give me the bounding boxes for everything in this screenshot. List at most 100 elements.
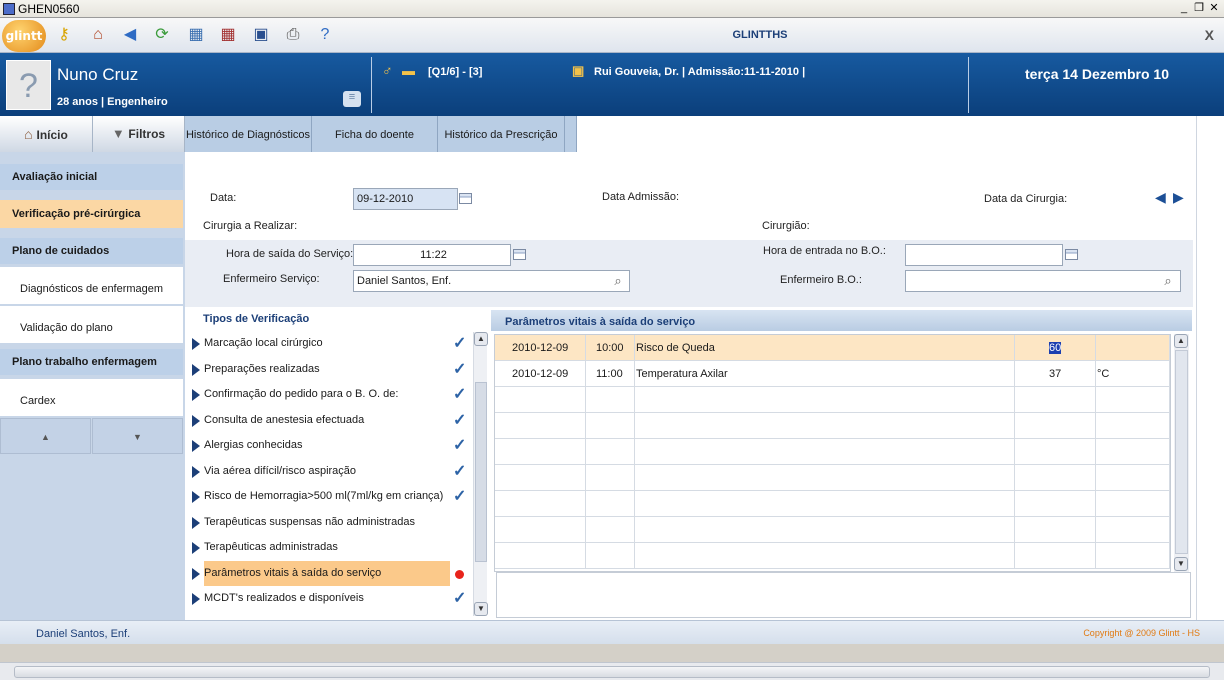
key-icon[interactable]: ⚷ [52,23,76,47]
verificacao-item[interactable]: Terapêuticas suspensas não administradas [190,510,452,535]
expand-arrow-icon[interactable] [192,389,200,401]
vitals-notes-area[interactable] [496,572,1191,618]
verificacao-item[interactable]: Terapêuticas administradas [190,535,452,560]
expand-arrow-icon[interactable] [192,414,200,427]
check-icon: ✓ [453,386,467,403]
verificacao-scrollbar[interactable]: ▲ ▼ [473,332,488,616]
verificacao-item[interactable]: Marcação local cirúrgico ✓ [190,331,466,356]
table-row[interactable] [495,413,1170,439]
search-icon[interactable]: ⌕ [609,272,627,290]
tab-filtros[interactable]: ▼ Filtros [93,116,185,152]
sidebar-item-plano-trabalho[interactable]: Plano trabalho enfermagem [0,349,183,375]
hora-saida-field[interactable]: 11:22 [353,244,511,266]
next-arrow-icon[interactable]: ▶ [1173,189,1184,206]
tab-historico-diagnosticos[interactable]: Histórico de Diagnósticos [185,116,312,152]
verificacao-item[interactable]: Via aérea difícil/risco aspiração ✓ [190,459,466,484]
scroll-thumb[interactable] [1175,350,1188,554]
table-cell-value[interactable]: 37 [1015,361,1096,387]
expand-arrow-icon[interactable] [192,542,200,554]
table-cell-date [495,387,586,413]
cell-text: 2010-12-09 [512,368,569,380]
table-row[interactable] [495,439,1170,465]
table-cell-value[interactable] [1015,517,1096,543]
sidebar-item-cardex[interactable]: Cardex [0,378,183,416]
sidebar-down-arrow-icon[interactable]: ▼ [92,418,183,454]
home-icon[interactable]: ⌂ [86,23,110,47]
sidebar-item-diagnosticos[interactable]: Diagnósticos de enfermagem [0,266,183,304]
tab-inicio[interactable]: ⌂ Início [0,116,93,152]
prev-arrow-icon[interactable]: ◀ [1155,189,1166,206]
expand-arrow-icon[interactable] [192,440,200,452]
table-row[interactable] [495,543,1170,569]
search-icon[interactable]: ⌕ [1159,272,1177,290]
table-cell-value[interactable] [1015,413,1096,439]
table-row[interactable] [495,491,1170,517]
horizontal-scroll-thumb[interactable] [14,666,1210,678]
calendar-icon[interactable] [513,249,526,260]
verificacao-item[interactable]: Risco de Hemorragia>500 ml(7ml/kg em cri… [190,484,466,509]
sidebar-item-plano-cuidados[interactable]: Plano de cuidados [0,238,183,264]
edit-patient-icon[interactable]: ≡ [343,91,361,107]
hora-entrada-field[interactable] [905,244,1063,266]
verificacao-item[interactable]: MCDT's realizados e disponíveis ✓ [190,586,466,611]
verificacao-item[interactable]: Alergias conhecidas ✓ [190,433,466,458]
vitals-scrollbar[interactable]: ▲ ▼ [1174,334,1189,572]
enf-bo-field[interactable] [905,270,1181,292]
scroll-up-icon[interactable]: ▲ [1174,334,1188,348]
scroll-down-icon[interactable]: ▼ [474,602,488,616]
horizontal-scrollbar[interactable] [0,662,1224,680]
table-row[interactable] [495,387,1170,413]
save-icon[interactable]: ▣ [249,23,273,47]
table-row[interactable] [495,517,1170,543]
enf-servico-field[interactable]: Daniel Santos, Enf. [353,270,630,292]
close-window-icon[interactable]: ✕ [1208,2,1220,14]
print-icon[interactable]: ⎙ [281,23,305,47]
verificacao-item[interactable]: Consulta de anestesia efectuada ✓ [190,408,466,433]
table-cell-value[interactable]: 60 [1015,335,1096,361]
table-cell-value[interactable] [1015,465,1096,491]
verificacao-item[interactable]: Preparações realizadas ✓ [190,357,466,382]
tab-ficha-doente[interactable]: Ficha do doente [312,116,438,152]
scroll-down-icon[interactable]: ▼ [1174,557,1188,571]
refresh-icon[interactable]: ⟳ [150,23,174,47]
sidebar-item-avaliacao-inicial[interactable]: Avaliação inicial [0,164,183,190]
sidebar-item-verificacao[interactable]: Verificação pré-cirúrgica [0,200,183,228]
sidebar-up-arrow-icon[interactable]: ▲ [0,418,91,454]
table-cell-value[interactable] [1015,543,1096,569]
restore-icon[interactable]: ❐ [1193,2,1205,14]
table-cell-unit: °C [1096,361,1170,387]
male-icon: ♂ [382,62,393,78]
calendar-icon[interactable] [1065,249,1078,260]
table-row[interactable]: 2010-12-09 11:00 Temperatura Axilar 37 °C [495,361,1170,387]
expand-arrow-icon[interactable] [192,338,200,350]
table-row[interactable]: 2010-12-09 10:00 Risco de Queda 60 [495,335,1170,361]
grid-delete-icon[interactable]: ▦ [216,23,240,47]
expand-arrow-icon[interactable] [192,465,200,478]
table-cell-param [635,491,1015,517]
minimize-icon[interactable]: _ [1178,2,1190,14]
calendar-icon[interactable] [459,193,472,204]
verificacao-item-label: Via aérea difícil/risco aspiração [204,464,357,477]
verificacao-item[interactable]: Confirmação do pedido para o B. O. de: ✓ [190,382,466,407]
table-cell-value[interactable] [1015,439,1096,465]
verificacao-item[interactable]: Parâmetros vitais à saída do serviço [190,560,464,586]
expand-arrow-icon[interactable] [192,567,200,580]
patient-name: Nuno Cruz [57,65,139,84]
back-icon[interactable]: ◀ [118,23,142,47]
sidebar-item-validacao[interactable]: Validação do plano [0,305,183,343]
expand-arrow-icon[interactable] [192,491,200,503]
expand-arrow-icon[interactable] [192,516,200,529]
expand-arrow-icon[interactable] [192,363,200,376]
close-app-button[interactable]: X [1205,27,1214,43]
tab-historico-prescricao[interactable]: Histórico da Prescrição [438,116,565,152]
table-row[interactable] [495,465,1170,491]
table-cell-value[interactable] [1015,387,1096,413]
help-icon[interactable]: ? [313,23,337,47]
data-field[interactable]: 09-12-2010 [353,188,458,210]
scroll-thumb[interactable] [475,382,487,562]
scroll-up-icon[interactable]: ▲ [474,332,488,346]
table-cell-value[interactable] [1015,491,1096,517]
expand-arrow-icon[interactable] [192,593,200,605]
grid-add-icon[interactable]: ▦ [184,23,208,47]
window-bottom [0,644,1224,662]
